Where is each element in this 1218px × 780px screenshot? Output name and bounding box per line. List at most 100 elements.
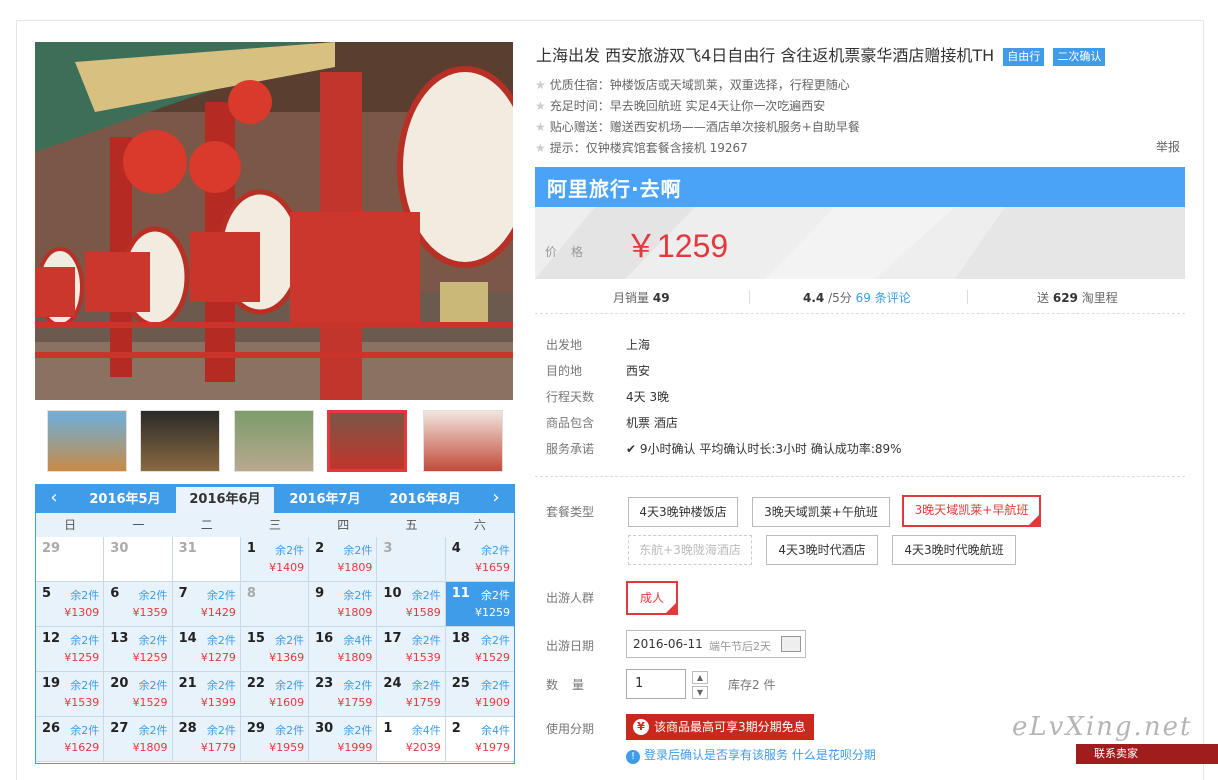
package-option-5[interactable]: 4天3晚时代酒店 <box>766 535 878 565</box>
package-option-4-disabled: 东航+3晚陇海酒店 <box>628 535 752 565</box>
calendar-day-cell: 31 <box>172 537 241 582</box>
calendar-day-cell[interactable]: 16 余4件 ¥1809 <box>309 627 378 672</box>
stock-count: 余2件 <box>275 634 305 647</box>
calendar-icon[interactable] <box>781 636 801 652</box>
calendar-day-cell[interactable]: 17 余2件 ¥1539 <box>377 627 446 672</box>
day-price: ¥1539 <box>64 696 100 709</box>
package-option-2[interactable]: 3晚天域凯莱+午航班 <box>752 497 890 527</box>
day-price: ¥1659 <box>474 561 510 574</box>
calendar-day-cell[interactable]: 5 余2件 ¥1309 <box>36 582 105 627</box>
calendar-day-cell[interactable]: 6 余2件 ¥1359 <box>104 582 173 627</box>
thumbnail-2[interactable] <box>140 410 220 472</box>
calendar-day-cell[interactable]: 13 余2件 ¥1259 <box>104 627 173 672</box>
calendar-day-cell[interactable]: 20 余2件 ¥1529 <box>104 672 173 717</box>
reviews-link[interactable]: 69 条评论 <box>856 291 911 305</box>
divider <box>535 476 1185 477</box>
huabei-logo-icon: ¥ <box>633 719 649 735</box>
monthly-sales-value: 49 <box>652 291 670 305</box>
thumbnail-5[interactable] <box>423 410 503 472</box>
quantity-up-icon[interactable]: ▲ <box>692 671 708 684</box>
installment-label: 使用分期 <box>546 722 595 736</box>
stock-count: 余2件 <box>411 589 441 602</box>
thumbnail-3[interactable] <box>234 410 314 472</box>
calendar-day-cell[interactable]: 26 余2件 ¥1629 <box>36 717 105 762</box>
day-number: 30 <box>315 721 334 736</box>
day-number: 16 <box>315 631 334 646</box>
day-price: ¥1779 <box>200 741 236 754</box>
calendar-day-cell[interactable]: 10 余2件 ¥1589 <box>377 582 446 627</box>
day-number: 24 <box>383 676 402 691</box>
day-number: 15 <box>246 631 265 646</box>
stock-count: 余2件 <box>138 679 168 692</box>
calendar-day-cell[interactable]: 22 余2件 ¥1609 <box>240 672 310 717</box>
calendar-day-cell: 3 <box>377 537 446 582</box>
stock-count: 余2件 <box>138 634 168 647</box>
what-is-huabei-link[interactable]: 什么是花呗分期 <box>792 748 876 762</box>
product-title-text: 上海出发 西安旅游双飞4日自由行 含往返机票豪华酒店赠接机TH <box>536 46 995 65</box>
calendar-day-cell[interactable]: 11 余2件 ¥1259 <box>445 582 514 627</box>
calendar-day-cell[interactable]: 25 余2件 ¥1909 <box>445 672 514 717</box>
product-title: 上海出发 西安旅游双飞4日自由行 含往返机票豪华酒店赠接机TH 自由行 二次确认 <box>536 42 1106 66</box>
stock-count: 余2件 <box>206 589 236 602</box>
day-price: ¥1809 <box>337 561 373 574</box>
calendar-day-cell[interactable]: 30 余2件 ¥1999 <box>309 717 378 762</box>
feature-item: ★ 提示：仅钟楼宾馆套餐含接机 19267 <box>535 139 748 156</box>
installment-note-text[interactable]: 登录后确认是否享有该服务 <box>644 748 788 762</box>
day-number: 2 <box>315 541 325 556</box>
thumbnail-4[interactable] <box>327 410 407 472</box>
calendar-day-cell[interactable]: 21 余2件 ¥1399 <box>172 672 241 717</box>
calendar-day-cell[interactable]: 12 余2件 ¥1259 <box>36 627 105 672</box>
calendar-day-cell[interactable]: 9 余2件 ¥1809 <box>309 582 378 627</box>
calendar-day-cell[interactable]: 2 余4件 ¥1979 <box>445 717 514 762</box>
calendar-day-cell[interactable]: 28 余2件 ¥1779 <box>172 717 241 762</box>
calendar-day-cell[interactable]: 1 余4件 ¥2039 <box>377 717 446 762</box>
quantity-down-icon[interactable]: ▼ <box>692 686 708 699</box>
thumbnail-1[interactable] <box>47 410 127 472</box>
quantity-input[interactable]: 1 <box>626 669 686 699</box>
day-number: 21 <box>178 676 197 691</box>
day-number: 17 <box>383 631 402 646</box>
calendar-day-cell[interactable]: 18 余2件 ¥1529 <box>445 627 514 672</box>
contact-seller-button[interactable]: 联系卖家 <box>1076 744 1218 764</box>
group-option-adult[interactable]: 成人 <box>626 581 678 615</box>
calendar-day-cell[interactable]: 27 余2件 ¥1809 <box>104 717 173 762</box>
package-option-6[interactable]: 4天3晚时代晚航班 <box>892 535 1016 565</box>
package-option-3-selected[interactable]: 3晚天域凯莱+早航班 <box>902 495 1041 527</box>
calendar-day-cell[interactable]: 2 余2件 ¥1809 <box>309 537 378 582</box>
tab-month-august[interactable]: 2016年8月 <box>376 484 474 513</box>
feature-item: ★ 贴心赠送：赠送西安机场——酒店单次接机服务+自助早餐 <box>535 118 860 135</box>
day-number: 27 <box>110 721 129 736</box>
day-price: ¥1409 <box>269 561 305 574</box>
info-key: 商品包含 <box>546 416 595 430</box>
calendar-day-cell[interactable]: 4 余2件 ¥1659 <box>445 537 514 582</box>
next-month-arrow-icon[interactable]: › <box>482 487 510 508</box>
points-suffix: 淘里程 <box>1081 291 1118 305</box>
day-number: 10 <box>383 586 402 601</box>
stock-count: 余2件 <box>70 634 100 647</box>
tab-month-may[interactable]: 2016年5月 <box>76 484 174 513</box>
calendar-day-cell[interactable]: 23 余2件 ¥1759 <box>309 672 378 717</box>
calendar-day-cell[interactable]: 1 余2件 ¥1409 <box>240 537 310 582</box>
calendar-day-cell[interactable]: 15 余2件 ¥1369 <box>240 627 310 672</box>
calendar-day-cell[interactable]: 14 余2件 ¥1279 <box>172 627 241 672</box>
calendar-day-cell[interactable]: 7 余2件 ¥1429 <box>172 582 241 627</box>
prev-month-arrow-icon[interactable]: ‹ <box>40 487 68 508</box>
day-price: ¥1629 <box>64 741 100 754</box>
day-price: ¥1399 <box>200 696 236 709</box>
stock-count: 余2件 <box>206 634 236 647</box>
tag-free-travel: 自由行 <box>1003 47 1045 66</box>
package-option-1[interactable]: 4天3晚钟楼饭店 <box>628 497 738 527</box>
date-field[interactable]: 2016-06-11 端午节后2天 <box>626 630 806 658</box>
info-row-duration: 行程天数 4天 3晚 <box>546 388 669 405</box>
day-number: 30 <box>110 541 129 556</box>
report-link[interactable]: 举报 <box>1156 138 1180 155</box>
calendar-day-cell[interactable]: 19 余2件 ¥1539 <box>36 672 105 717</box>
calendar-day-cell[interactable]: 29 余2件 ¥1959 <box>240 717 310 762</box>
tab-month-june[interactable]: 2016年6月 <box>176 487 274 513</box>
star-icon: ★ <box>535 141 546 155</box>
installment-banner[interactable]: ¥ 该商品最高可享3期分期免息 <box>626 714 814 740</box>
calendar-day-cell[interactable]: 24 余2件 ¥1759 <box>377 672 446 717</box>
tab-month-july[interactable]: 2016年7月 <box>276 484 374 513</box>
stats-row: 月销量 49 4.4 /5分 69 条评论 送 629 淘里程 <box>535 280 1185 314</box>
day-number: 6 <box>110 586 120 601</box>
